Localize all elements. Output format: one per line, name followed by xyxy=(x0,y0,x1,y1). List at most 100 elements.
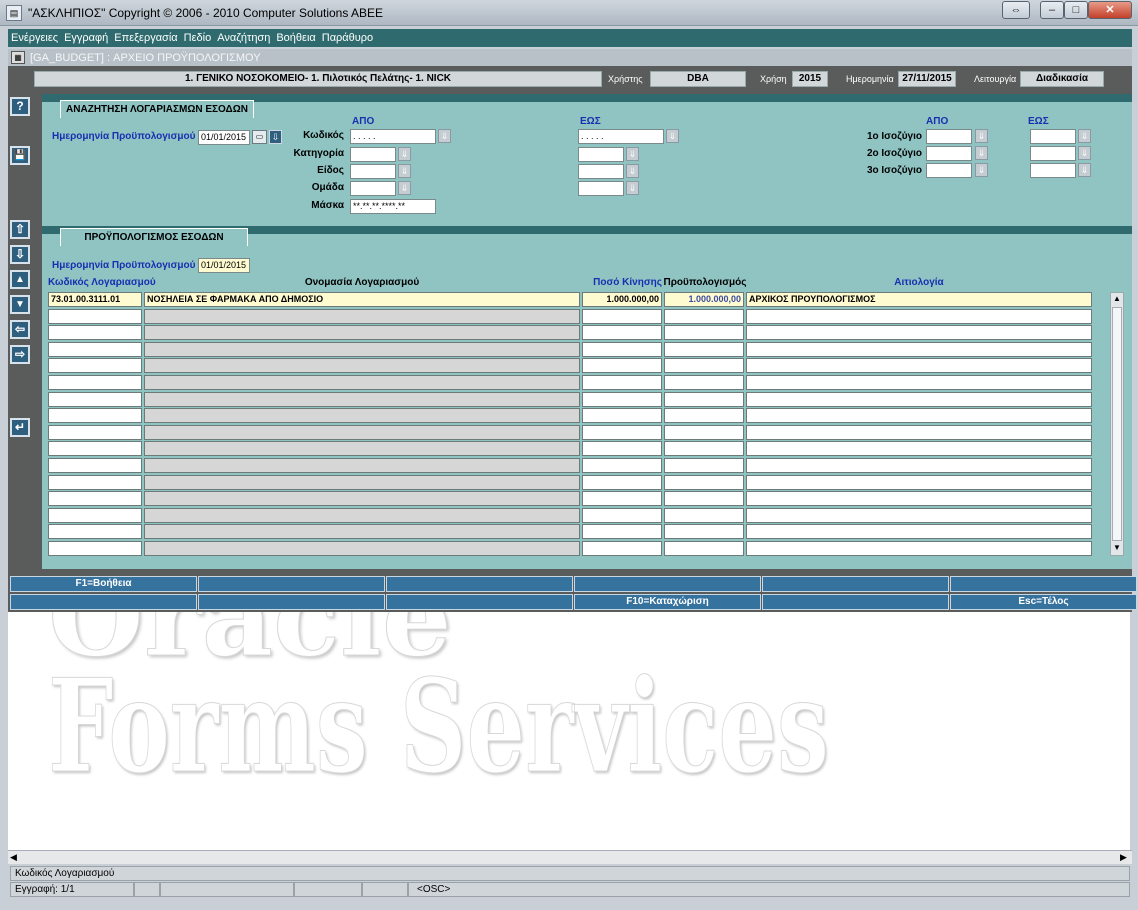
row-budget[interactable]: 1.000.000,00 xyxy=(664,292,744,307)
row-amount[interactable] xyxy=(582,391,662,407)
balance-2-to-input[interactable] xyxy=(1030,146,1076,161)
menu-record[interactable]: Εγγραφή xyxy=(61,29,111,44)
row-budget[interactable] xyxy=(664,474,744,490)
row-reason[interactable] xyxy=(746,441,1092,457)
row-code[interactable] xyxy=(48,391,142,407)
balance-2-from-input[interactable] xyxy=(926,146,972,161)
row-reason[interactable] xyxy=(746,424,1092,440)
row-code[interactable] xyxy=(48,408,142,424)
scroll-down-icon[interactable]: ▼ xyxy=(1112,543,1122,553)
row-budget[interactable] xyxy=(664,308,744,324)
row-name[interactable] xyxy=(144,358,580,374)
previous-block-icon[interactable]: ▲ xyxy=(10,270,30,289)
help-button[interactable]: ? xyxy=(10,97,30,116)
row-budget[interactable] xyxy=(664,458,744,473)
maximize-button[interactable]: □ xyxy=(1064,1,1088,19)
category-from-lov-icon[interactable]: ⇓ xyxy=(398,147,411,161)
row-budget[interactable] xyxy=(664,524,744,540)
row-budget[interactable] xyxy=(664,325,744,341)
row-reason[interactable] xyxy=(746,325,1092,341)
row-name[interactable] xyxy=(144,441,580,457)
row-code[interactable] xyxy=(48,524,142,540)
budget-date-input[interactable]: 01/01/2015 xyxy=(198,130,250,145)
code-from-input[interactable]: . . . . . xyxy=(350,129,436,144)
grid-scrollbar[interactable]: ▲ ▼ xyxy=(1110,292,1124,556)
budget-date-field[interactable]: 01/01/2015 xyxy=(198,258,250,273)
balance-2-from-lov-icon[interactable]: ⇓ xyxy=(975,146,988,160)
group-from-input[interactable] xyxy=(350,181,396,196)
row-amount[interactable] xyxy=(582,474,662,490)
row-amount[interactable] xyxy=(582,358,662,374)
row-name[interactable] xyxy=(144,458,580,473)
row-code[interactable] xyxy=(48,507,142,523)
row-budget[interactable] xyxy=(664,408,744,424)
balance-3-to-lov-icon[interactable]: ⇓ xyxy=(1078,163,1091,177)
type-from-lov-icon[interactable]: ⇓ xyxy=(398,164,411,178)
row-budget[interactable] xyxy=(664,424,744,440)
previous-record-icon[interactable]: ⇧ xyxy=(10,220,30,239)
function-key-button[interactable] xyxy=(386,594,573,610)
next-field-icon[interactable]: ⇨ xyxy=(10,345,30,364)
row-name[interactable] xyxy=(144,541,580,556)
function-key-button[interactable]: F1=Βοήθεια xyxy=(10,576,197,592)
next-record-icon[interactable]: ⇩ xyxy=(10,245,30,264)
menu-edit[interactable]: Επεξεργασία xyxy=(111,29,180,44)
row-reason[interactable] xyxy=(746,458,1092,473)
balance-1-to-input[interactable] xyxy=(1030,129,1076,144)
row-reason[interactable] xyxy=(746,541,1092,556)
function-key-button[interactable] xyxy=(762,594,949,610)
row-amount[interactable] xyxy=(582,308,662,324)
calendar-icon[interactable]: ▭ xyxy=(252,130,267,144)
balance-3-from-lov-icon[interactable]: ⇓ xyxy=(975,163,988,177)
function-key-button[interactable] xyxy=(198,594,385,610)
category-to-input[interactable] xyxy=(578,147,624,162)
menu-actions[interactable]: Ενέργειες xyxy=(8,29,61,44)
function-key-button[interactable] xyxy=(198,576,385,592)
category-from-input[interactable] xyxy=(350,147,396,162)
code-to-input[interactable]: . . . . . xyxy=(578,129,664,144)
row-budget[interactable] xyxy=(664,375,744,390)
minimize-button[interactable]: – xyxy=(1040,1,1064,19)
row-reason[interactable]: ΑΡΧΙΚΟΣ ΠΡΟΥΠΟΛΟΓΙΣΜΟΣ xyxy=(746,292,1092,307)
function-key-button[interactable] xyxy=(10,594,197,610)
row-code[interactable] xyxy=(48,441,142,457)
row-name[interactable] xyxy=(144,408,580,424)
row-name[interactable] xyxy=(144,424,580,440)
group-to-input[interactable] xyxy=(578,181,624,196)
row-amount[interactable] xyxy=(582,491,662,507)
balance-2-to-lov-icon[interactable]: ⇓ xyxy=(1078,146,1091,160)
row-name[interactable] xyxy=(144,325,580,341)
tab-search[interactable]: ΑΝΑΖΗΤΗΣΗ ΛΟΓΑΡΙΑΣΜΩΝ ΕΣΟΔΩΝ xyxy=(60,100,254,118)
function-key-button[interactable]: F10=Καταχώριση xyxy=(574,594,761,610)
menu-search[interactable]: Αναζήτηση xyxy=(214,29,273,44)
row-name[interactable]: ΝΟΣΗΛΕΙΑ ΣΕ ΦΑΡΜΑΚΑ ΑΠΟ ΔΗΜΟΣΙΟ xyxy=(144,292,580,307)
row-reason[interactable] xyxy=(746,408,1092,424)
row-name[interactable] xyxy=(144,507,580,523)
category-to-lov-icon[interactable]: ⇓ xyxy=(626,147,639,161)
window-title-bar[interactable]: ▤ "ΑΣΚΛΗΠΙΟΣ" Copyright © 2006 - 2010 Co… xyxy=(0,0,1138,26)
row-code[interactable]: 73.01.00.3111.01 xyxy=(48,292,142,307)
close-button[interactable]: ✕ xyxy=(1088,1,1132,19)
row-code[interactable] xyxy=(48,308,142,324)
code-to-lov-icon[interactable]: ⇓ xyxy=(666,129,679,143)
menu-field[interactable]: Πεδίο xyxy=(181,29,215,44)
row-budget[interactable] xyxy=(664,341,744,357)
row-reason[interactable] xyxy=(746,391,1092,407)
row-budget[interactable] xyxy=(664,507,744,523)
tab-budget[interactable]: ΠΡΟΫΠΟΛΟΓΙΣΜΟΣ ΕΣΟΔΩΝ xyxy=(60,228,248,246)
mask-input[interactable]: **.**.**.****.** xyxy=(350,199,436,214)
row-reason[interactable] xyxy=(746,308,1092,324)
row-amount[interactable] xyxy=(582,458,662,473)
row-reason[interactable] xyxy=(746,507,1092,523)
row-reason[interactable] xyxy=(746,474,1092,490)
type-to-lov-icon[interactable]: ⇓ xyxy=(626,164,639,178)
row-name[interactable] xyxy=(144,474,580,490)
row-code[interactable] xyxy=(48,491,142,507)
row-budget[interactable] xyxy=(664,391,744,407)
row-code[interactable] xyxy=(48,474,142,490)
function-key-button[interactable] xyxy=(950,576,1137,592)
row-reason[interactable] xyxy=(746,491,1092,507)
scroll-right-icon[interactable]: ▶ xyxy=(1120,852,1127,863)
balance-1-from-lov-icon[interactable]: ⇓ xyxy=(975,129,988,143)
row-amount[interactable] xyxy=(582,424,662,440)
